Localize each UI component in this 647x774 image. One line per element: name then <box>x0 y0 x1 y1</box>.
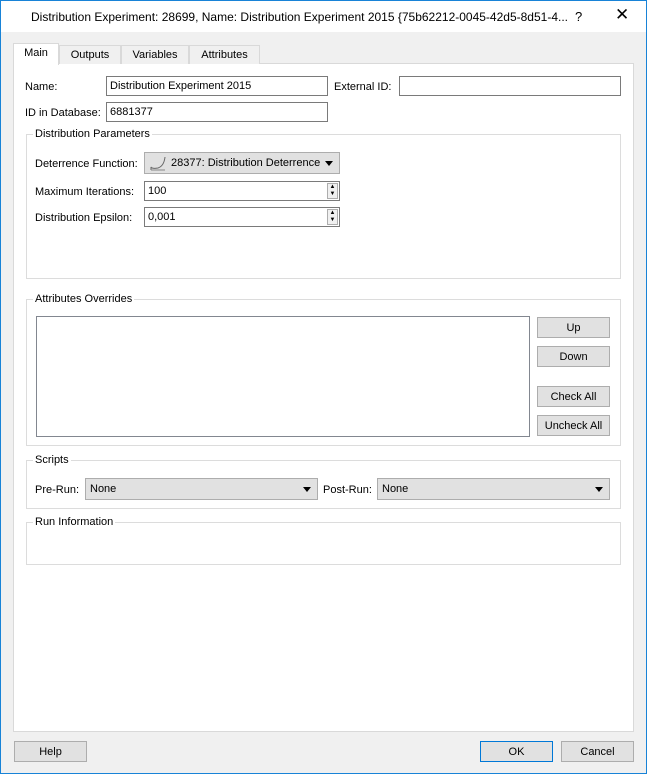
id-input[interactable]: 6881377 <box>106 102 328 122</box>
help-button[interactable]: Help <box>14 741 87 762</box>
post-run-value: None <box>382 483 409 495</box>
group-title: Attributes Overrides <box>33 293 135 305</box>
epsilon-spinbox[interactable]: 0,001 ▲ ▼ <box>144 207 340 227</box>
run-information-group: Run Information <box>26 516 621 565</box>
epsilon-label: Distribution Epsilon: <box>35 212 133 224</box>
deterrence-label: Deterrence Function: <box>35 158 138 170</box>
overrides-list[interactable] <box>36 316 530 437</box>
id-label: ID in Database: <box>25 107 101 119</box>
deterrence-function-combo[interactable]: 28377: Distribution Deterrence <box>144 152 340 174</box>
chevron-down-icon <box>595 487 603 492</box>
down-button[interactable]: Down <box>537 346 610 367</box>
group-title: Run Information <box>33 516 116 528</box>
iterations-label: Maximum Iterations: <box>35 186 135 198</box>
chevron-down-icon <box>303 487 311 492</box>
dialog-window: Distribution Experiment: 28699, Name: Di… <box>0 0 647 774</box>
pre-run-combo[interactable]: None <box>85 478 318 500</box>
post-run-label: Post-Run: <box>323 484 372 496</box>
epsilon-value: 0,001 <box>148 211 176 223</box>
pre-run-label: Pre-Run: <box>35 484 80 496</box>
external-id-label: External ID: <box>334 81 392 93</box>
up-button[interactable]: Up <box>537 317 610 338</box>
curve-icon <box>150 156 166 171</box>
tab-outputs[interactable]: Outputs <box>59 45 121 64</box>
help-icon[interactable]: ? <box>575 9 582 24</box>
group-title: Scripts <box>33 454 71 466</box>
name-label: Name: <box>25 81 58 93</box>
group-title: Distribution Parameters <box>33 128 152 140</box>
cancel-button[interactable]: Cancel <box>561 741 634 762</box>
tab-attributes[interactable]: Attributes <box>189 45 260 64</box>
spin-arrows-icon[interactable]: ▲ ▼ <box>327 183 338 199</box>
deterrence-value: 28377: Distribution Deterrence <box>171 157 321 169</box>
chevron-down-icon <box>325 161 333 166</box>
iterations-spinbox[interactable]: 100 ▲ ▼ <box>144 181 340 201</box>
post-run-combo[interactable]: None <box>377 478 610 500</box>
tab-main[interactable]: Main <box>13 43 59 65</box>
iterations-value: 100 <box>148 185 167 197</box>
name-input[interactable]: Distribution Experiment 2015 <box>106 76 328 96</box>
check-all-button[interactable]: Check All <box>537 386 610 407</box>
window-title: Distribution Experiment: 28699, Name: Di… <box>31 10 568 24</box>
close-icon[interactable]: ✕ <box>615 5 629 25</box>
tab-variables[interactable]: Variables <box>121 45 189 64</box>
uncheck-all-button[interactable]: Uncheck All <box>537 415 610 436</box>
ok-button[interactable]: OK <box>480 741 553 762</box>
spin-arrows-icon[interactable]: ▲ ▼ <box>327 209 338 225</box>
external-id-input[interactable] <box>399 76 621 96</box>
pre-run-value: None <box>90 483 117 495</box>
title-bar: Distribution Experiment: 28699, Name: Di… <box>1 1 646 32</box>
